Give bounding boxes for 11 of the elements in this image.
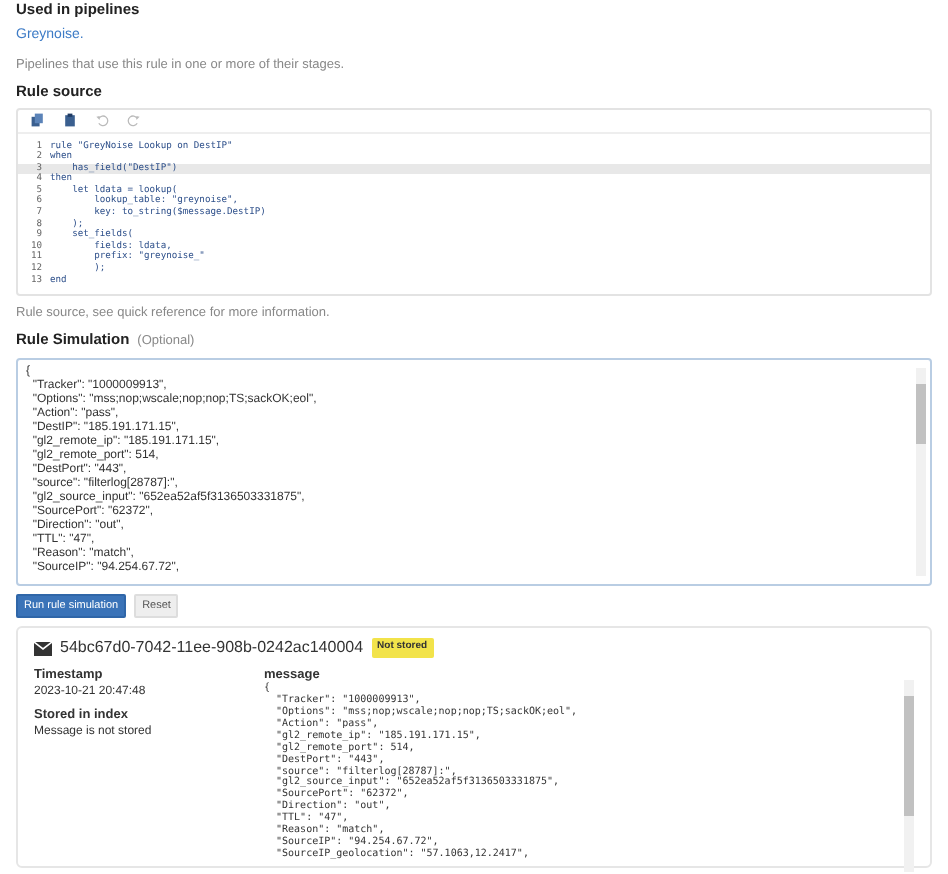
scrollbar[interactable] <box>916 368 926 577</box>
scrollbar-thumb[interactable] <box>916 384 926 445</box>
copy-icon[interactable] <box>30 112 46 128</box>
clipboard-icon[interactable] <box>62 112 78 128</box>
envelope-icon <box>34 641 52 656</box>
redo-icon[interactable] <box>126 112 142 128</box>
scrollbar[interactable] <box>904 680 914 873</box>
scrollbar-thumb[interactable] <box>904 696 914 817</box>
json-input-field[interactable] <box>16 358 932 587</box>
message-id: 54bc67d0-7042-11ee-908b-0242ac140004 <box>60 636 364 661</box>
undo-icon[interactable] <box>94 112 110 128</box>
